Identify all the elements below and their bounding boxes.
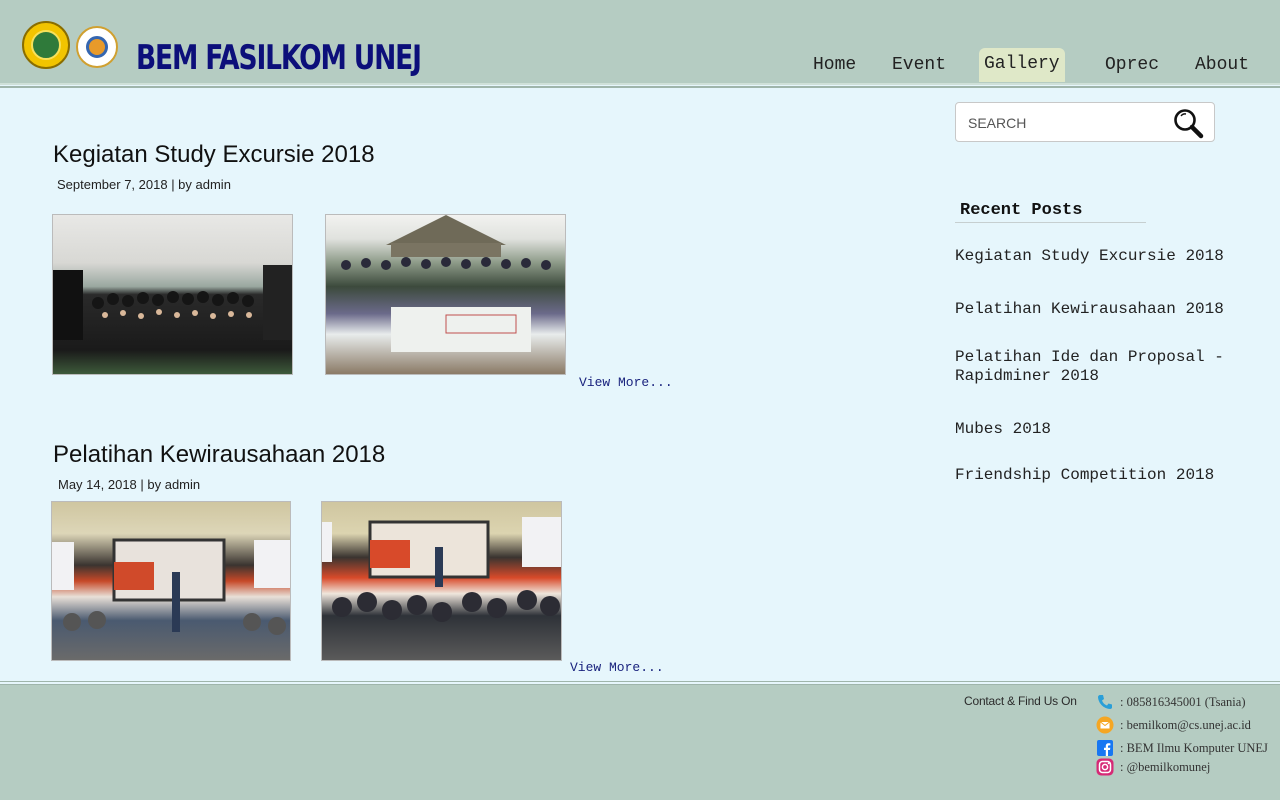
- contact-instagram-text: : @bemilkomunej: [1120, 759, 1211, 774]
- post-title[interactable]: Pelatihan Kewirausahaan 2018: [53, 441, 385, 469]
- post-meta: May 14, 2018 | by admin: [58, 477, 201, 492]
- site-header: BEM FASILKOM UNEJ Home Event Gallery Opr…: [0, 0, 1280, 83]
- phone-icon: [1096, 693, 1114, 711]
- contact-email-text: : bemilkom@cs.unej.ac.id: [1120, 717, 1251, 732]
- header-divider: [0, 83, 1280, 88]
- recent-post-link[interactable]: Pelatihan Kewirausahaan 2018: [955, 300, 1255, 319]
- recent-posts-heading: Recent Posts: [955, 201, 1146, 223]
- gallery-photo[interactable]: [52, 214, 293, 375]
- nav-home[interactable]: Home: [807, 48, 862, 82]
- contact-label: Contact & Find Us On: [964, 694, 1077, 708]
- view-more-link[interactable]: View More...: [570, 660, 664, 675]
- view-more-link[interactable]: View More...: [579, 375, 673, 390]
- instagram-icon: [1096, 758, 1114, 776]
- contact-instagram[interactable]: : @bemilkomunej: [1096, 757, 1210, 777]
- facebook-icon: [1096, 739, 1114, 757]
- nav-event[interactable]: Event: [886, 48, 952, 82]
- contact-facebook[interactable]: : BEM Ilmu Komputer UNEJ: [1096, 738, 1268, 758]
- recent-post-link[interactable]: Pelatihan Ide dan Proposal - Rapidminer …: [955, 348, 1245, 386]
- site-footer: Contact & Find Us On : 085816345001 (Tsa…: [0, 685, 1280, 800]
- contact-facebook-text: : BEM Ilmu Komputer UNEJ: [1120, 740, 1268, 755]
- contact-email[interactable]: : bemilkom@cs.unej.ac.id: [1096, 715, 1251, 735]
- nav-about[interactable]: About: [1189, 48, 1255, 82]
- post-meta: September 7, 2018 | by admin: [57, 177, 231, 192]
- gallery-photo[interactable]: [321, 501, 562, 661]
- post-title[interactable]: Kegiatan Study Excursie 2018: [53, 141, 375, 169]
- recent-post-link[interactable]: Mubes 2018: [955, 420, 1255, 439]
- gallery-photo[interactable]: [325, 214, 566, 375]
- search-box: [955, 102, 1215, 142]
- main-nav: Home Event Gallery Oprec About: [0, 48, 1280, 82]
- nav-gallery[interactable]: Gallery: [979, 48, 1065, 82]
- contact-phone[interactable]: : 085816345001 (Tsania): [1096, 692, 1246, 712]
- nav-oprec[interactable]: Oprec: [1099, 48, 1165, 82]
- recent-post-link[interactable]: Friendship Competition 2018: [955, 466, 1255, 485]
- recent-post-link[interactable]: Kegiatan Study Excursie 2018: [955, 247, 1255, 266]
- search-input[interactable]: [968, 111, 1158, 135]
- contact-phone-text: : 085816345001 (Tsania): [1120, 694, 1246, 709]
- search-icon[interactable]: [1172, 107, 1204, 139]
- gallery-photo[interactable]: [51, 501, 291, 661]
- mail-icon: [1096, 716, 1114, 734]
